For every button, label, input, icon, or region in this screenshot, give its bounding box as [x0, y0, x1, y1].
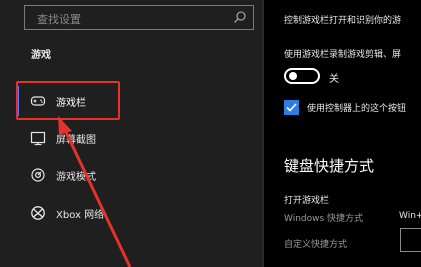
sidebar-item-label: 游戏模式 [56, 172, 96, 183]
record-label: 使用游戏栏录制游戏剪辑、屏 [284, 50, 402, 60]
search-placeholder: 查找设置 [37, 13, 81, 26]
sidebar-item-screenshots[interactable]: 屏幕截图 [16, 120, 256, 156]
toggle-knob [289, 72, 297, 80]
checkbox-label: 使用控制器上的这个按钮 [307, 104, 407, 114]
controller-button-checkbox[interactable] [284, 100, 299, 115]
windows-shortcut-value: Win+ [399, 211, 421, 221]
keyboard-shortcuts-heading: 键盘快捷方式 [284, 157, 375, 175]
windows-shortcut-label: Windows 快捷方式 [284, 214, 364, 224]
sidebar-item-label: 屏幕截图 [56, 135, 96, 146]
custom-shortcut-label: 自定义快捷方式 [284, 240, 348, 250]
sidebar: 查找设置 游戏 游戏栏 屏幕截图 游戏模式 Xbox 网络 [0, 0, 262, 267]
custom-shortcut-input[interactable] [400, 228, 421, 252]
section-title: 游戏 [31, 50, 51, 61]
checkmark-icon [286, 103, 297, 112]
sidebar-item-game-mode[interactable]: 游戏模式 [16, 157, 256, 193]
xbox-icon [31, 206, 45, 220]
search-icon[interactable] [233, 10, 247, 24]
screenshot-icon [30, 131, 46, 146]
sidebar-item-xbox-network[interactable]: Xbox 网络 [16, 195, 256, 231]
sidebar-item-label: Xbox 网络 [56, 210, 105, 221]
toggle-state-label: 关 [329, 74, 339, 85]
annotation-highlight-box [16, 81, 120, 120]
open-game-bar-title: 打开游戏栏 [284, 196, 330, 206]
content-pane: 控制游戏栏打开和识别你的游 使用游戏栏录制游戏剪辑、屏 关 使用控制器上的这个按… [264, 0, 421, 267]
intro-text: 控制游戏栏打开和识别你的游 [284, 16, 402, 26]
search-input[interactable]: 查找设置 [24, 5, 254, 30]
game-mode-icon [31, 168, 45, 182]
record-toggle[interactable] [284, 68, 320, 84]
